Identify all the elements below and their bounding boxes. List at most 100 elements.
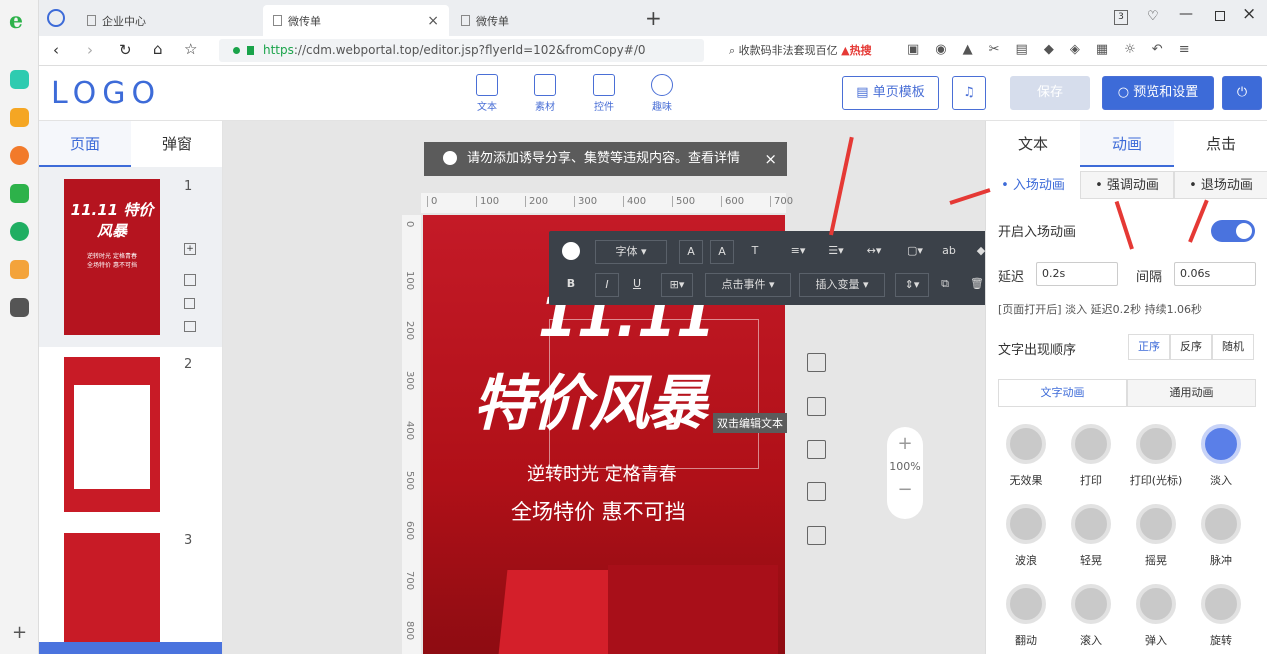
italic-icon[interactable]: I: [595, 273, 619, 297]
poster-subtitle-2[interactable]: 全场特价 惠不可挡: [511, 496, 686, 526]
tool-material[interactable]: 素材: [525, 74, 565, 113]
browser-home-icon[interactable]: [47, 9, 65, 27]
tab-count-badge[interactable]: 3: [1114, 10, 1128, 25]
animation-option[interactable]: 摇晃: [1128, 504, 1184, 568]
cloud-icon[interactable]: [10, 222, 29, 241]
extension-icon[interactable]: ▤: [1016, 42, 1028, 60]
page-thumbnail[interactable]: 11.11 特价风暴 逆转时光 定格青春 全场特价 惠不可挡: [64, 179, 160, 335]
page-thumbnail[interactable]: [64, 357, 160, 512]
close-notice-icon[interactable]: ×: [764, 142, 777, 176]
tab-company-center[interactable]: 企业中心: [77, 5, 257, 36]
border-icon[interactable]: ⊞▾: [661, 273, 693, 297]
close-tab-icon[interactable]: ×: [427, 13, 439, 29]
tool-text[interactable]: 文本: [467, 74, 507, 113]
tablet-icon[interactable]: [807, 482, 826, 501]
weibo-icon[interactable]: [10, 146, 29, 165]
minimize-button[interactable]: —: [1179, 6, 1193, 22]
extension-icon[interactable]: ▣: [907, 42, 919, 60]
delay-input[interactable]: 0.2s: [1036, 262, 1118, 286]
interval-input[interactable]: 0.06s: [1174, 262, 1256, 286]
zoom-out-button[interactable]: −: [887, 479, 923, 500]
maximize-button[interactable]: [1215, 11, 1225, 21]
tab-entrance-animation[interactable]: • 入场动画: [986, 171, 1080, 199]
grid-icon[interactable]: ▦: [1096, 42, 1108, 60]
reload-icon[interactable]: ↻: [119, 41, 132, 59]
animation-option[interactable]: 旋转: [1193, 584, 1249, 648]
add-page-icon[interactable]: +: [184, 243, 196, 255]
shadow-icon[interactable]: ▢▾: [901, 240, 929, 264]
scissors-icon[interactable]: ✂: [989, 42, 1000, 60]
animation-option[interactable]: 滚入: [1063, 584, 1119, 648]
panda-icon[interactable]: [10, 298, 29, 317]
animation-option[interactable]: 轻晃: [1063, 504, 1119, 568]
animation-option[interactable]: 翻动: [998, 584, 1054, 648]
copy-icon[interactable]: ⧉: [935, 273, 955, 297]
forward-icon[interactable]: ›: [87, 41, 93, 59]
font-select[interactable]: 字体 ▾: [595, 240, 667, 264]
general-animation-tab[interactable]: 通用动画: [1127, 379, 1256, 407]
font-size-down-icon[interactable]: A: [710, 240, 734, 264]
brightness-icon[interactable]: ☼: [1124, 42, 1136, 60]
search-box[interactable]: ⌕ 收款码非法套现百亿 ▲热搜: [729, 39, 919, 62]
new-tab-button[interactable]: +: [645, 6, 662, 30]
tab-flyer-active[interactable]: 微传单 ×: [263, 5, 449, 36]
close-window-button[interactable]: ×: [1242, 4, 1256, 24]
tab-animation[interactable]: 动画: [1080, 121, 1174, 167]
align-icon[interactable]: ≡▾: [783, 240, 813, 264]
animation-option[interactable]: 打印(光标): [1128, 424, 1184, 488]
order-reverse-button[interactable]: 反序: [1170, 334, 1212, 360]
tool-fun[interactable]: 趣味: [642, 74, 682, 113]
skin-icon[interactable]: ♡: [1147, 9, 1159, 24]
url-input[interactable]: https://cdm.webportal.top/editor.jsp?fly…: [219, 39, 704, 62]
preview-settings-button[interactable]: ○ 预览和设置: [1102, 76, 1214, 110]
tab-pages[interactable]: 页面: [39, 121, 131, 167]
animation-option[interactable]: 无效果: [998, 424, 1054, 488]
gamepad-icon[interactable]: ◈: [1070, 42, 1080, 60]
text-color-picker[interactable]: [559, 240, 583, 264]
tab-text[interactable]: 文本: [986, 121, 1080, 167]
insert-variable-select[interactable]: 插入变量 ▾: [799, 273, 885, 297]
text-selection-box[interactable]: [549, 319, 759, 469]
background-icon[interactable]: ab: [939, 240, 959, 264]
tab-popups[interactable]: 弹窗: [131, 121, 223, 167]
bold-icon[interactable]: B: [559, 273, 583, 297]
poster-subtitle-1[interactable]: 逆转时光 定格青春: [527, 460, 677, 486]
mail-icon[interactable]: [10, 184, 29, 203]
menu-icon[interactable]: ≡: [1179, 42, 1190, 60]
tab-flyer[interactable]: 微传单: [451, 5, 637, 36]
grid-icon[interactable]: [807, 440, 826, 459]
zoom-in-button[interactable]: +: [887, 433, 923, 454]
order-random-button[interactable]: 随机: [1212, 334, 1254, 360]
power-button[interactable]: ⏻: [1222, 76, 1262, 110]
star-app-icon[interactable]: [10, 108, 29, 127]
enable-entrance-toggle[interactable]: [1211, 220, 1255, 242]
back-icon[interactable]: ‹: [53, 41, 59, 59]
save-button[interactable]: 保存: [1010, 76, 1090, 110]
favorite-star-icon[interactable]: ☆: [184, 40, 197, 58]
undo-icon[interactable]: ↶: [1152, 42, 1163, 60]
single-page-template-button[interactable]: ▤ 单页模板: [842, 76, 939, 110]
game-icon[interactable]: [10, 260, 29, 279]
tool-widget[interactable]: 控件: [584, 74, 624, 113]
download-icon[interactable]: [807, 526, 826, 545]
animation-option[interactable]: 弹入: [1128, 584, 1184, 648]
home-icon[interactable]: ⌂: [153, 40, 163, 58]
animation-option[interactable]: 淡入: [1193, 424, 1249, 488]
delete-icon[interactable]: 🗑: [967, 273, 987, 297]
list-icon[interactable]: ☰▾: [821, 240, 851, 264]
line-height-icon[interactable]: T: [743, 240, 767, 264]
copy-page-icon[interactable]: [184, 298, 195, 309]
font-size-up-icon[interactable]: A: [679, 240, 703, 264]
spacing-icon[interactable]: ↔▾: [857, 240, 891, 264]
tab-exit-animation[interactable]: • 退场动画: [1174, 171, 1267, 199]
plus-app-icon[interactable]: [10, 70, 29, 89]
add-app-icon[interactable]: +: [12, 622, 27, 643]
shield-icon[interactable]: ◆: [1044, 42, 1054, 60]
layer-icon[interactable]: ⇕▾: [895, 273, 929, 297]
play-icon[interactable]: [807, 353, 826, 372]
order-forward-button[interactable]: 正序: [1128, 334, 1170, 360]
underline-icon[interactable]: U: [625, 273, 649, 297]
tab-click[interactable]: 点击: [1174, 121, 1267, 167]
text-animation-tab[interactable]: 文字动画: [998, 379, 1127, 407]
animation-option[interactable]: 脉冲: [1193, 504, 1249, 568]
